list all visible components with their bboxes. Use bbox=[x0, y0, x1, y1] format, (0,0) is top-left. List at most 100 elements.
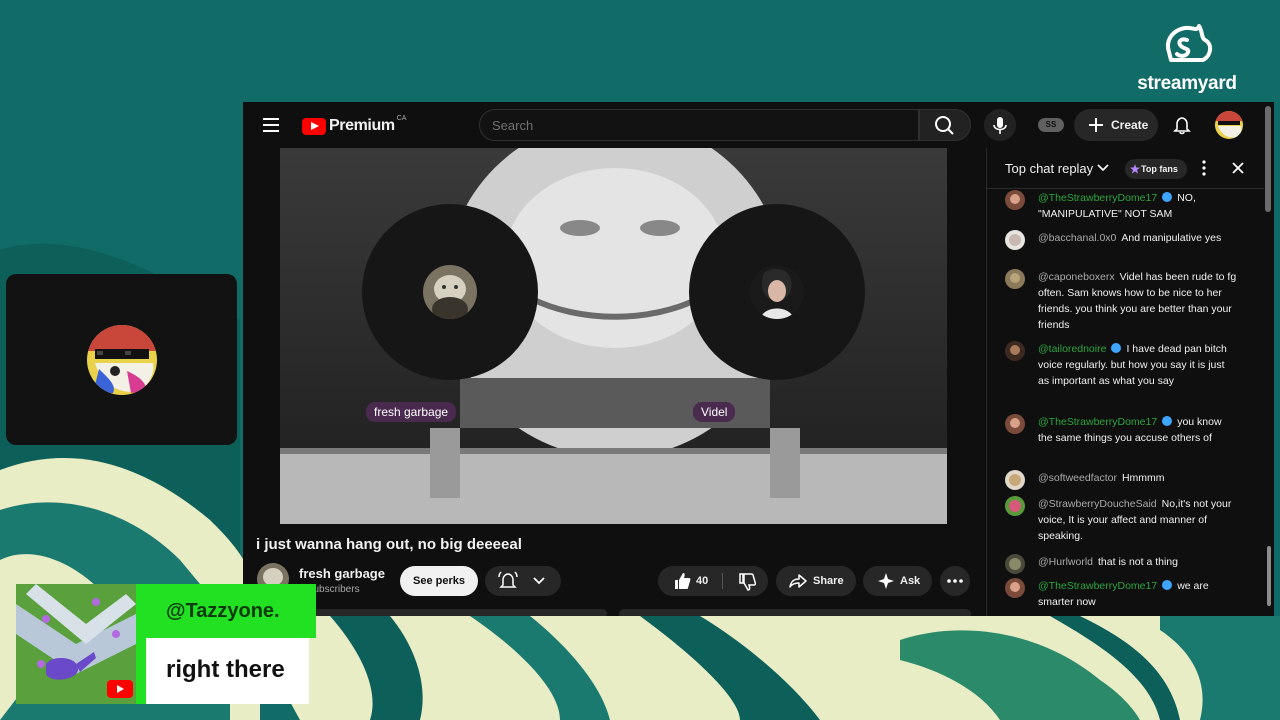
more-vertical-icon[interactable] bbox=[1202, 160, 1206, 176]
comment-text: right there bbox=[166, 656, 285, 683]
participant-avatar bbox=[423, 265, 477, 319]
chat-message: @bacchanal.0x0 And manipulative yes bbox=[1005, 230, 1237, 250]
chat-author[interactable]: @bacchanal.0x0 bbox=[1038, 232, 1116, 244]
chat-message: @StrawberryDoucheSaid No,it's not your vo… bbox=[1005, 496, 1237, 544]
chat-mode-dropdown[interactable]: Top chat replay bbox=[1005, 161, 1109, 176]
verified-icon bbox=[1162, 416, 1173, 426]
create-label: Create bbox=[1111, 118, 1149, 132]
ask-button[interactable]: Ask bbox=[863, 566, 932, 596]
more-actions-button[interactable] bbox=[940, 566, 970, 596]
video-side-gap bbox=[243, 148, 280, 524]
streamyard-mark-icon bbox=[1166, 24, 1212, 62]
recommendation-chip[interactable] bbox=[619, 609, 971, 616]
thumbs-down-icon[interactable] bbox=[732, 566, 762, 596]
create-button[interactable]: Create bbox=[1074, 109, 1158, 141]
host-avatar bbox=[87, 325, 157, 395]
top-fans-button[interactable]: Top fans bbox=[1125, 159, 1187, 179]
youtube-play-icon bbox=[302, 117, 326, 135]
like-dislike-button[interactable]: 40 bbox=[658, 566, 768, 596]
youtube-premium-logo[interactable]: Premium CA bbox=[302, 114, 407, 135]
thumbs-up-icon[interactable] bbox=[667, 566, 697, 596]
chat-text: Hmmmm bbox=[1121, 472, 1165, 484]
banner-comment: right there bbox=[146, 638, 309, 704]
participant-tile-videl[interactable] bbox=[689, 204, 865, 380]
participant-avatar bbox=[750, 265, 804, 319]
like-divider bbox=[722, 573, 723, 589]
banner-accent bbox=[136, 638, 146, 704]
chat-avatar bbox=[1005, 414, 1025, 434]
chat-scroll-thumb[interactable] bbox=[1267, 546, 1271, 606]
page-scroll-thumb[interactable] bbox=[1265, 106, 1271, 212]
channel-name[interactable]: fresh garbage bbox=[299, 566, 385, 581]
verified-icon bbox=[1162, 192, 1173, 202]
chat-message: @TheStrawberryDome17 NO, "MANIPULATIVE" N… bbox=[1005, 190, 1237, 222]
youtube-source-icon bbox=[107, 680, 133, 698]
youtube-window: Premium CA Search SS Create fresh garbag… bbox=[243, 102, 1274, 616]
participant-name-tag: Videl bbox=[693, 402, 736, 422]
chat-author[interactable]: @caponeboxerx bbox=[1038, 271, 1115, 283]
ask-label: Ask bbox=[900, 575, 921, 587]
chat-avatar bbox=[1005, 190, 1025, 210]
streamyard-logo: streamyard bbox=[1122, 22, 1252, 95]
chevron-down-icon bbox=[1097, 164, 1109, 172]
search-placeholder: Search bbox=[492, 118, 534, 133]
chat-author[interactable]: @TheStrawberryDome17 bbox=[1038, 580, 1157, 592]
top-fans-label: Top fans bbox=[1141, 164, 1178, 174]
chat-avatar bbox=[1005, 470, 1025, 490]
chat-message: @caponeboxerx Videl has been rude to fg o… bbox=[1005, 269, 1237, 333]
search-icon bbox=[935, 116, 954, 135]
logo-text: Premium bbox=[329, 117, 395, 134]
chat-author[interactable]: @Hurlworld bbox=[1038, 556, 1093, 568]
notifications-icon[interactable] bbox=[1172, 115, 1192, 135]
share-label: Share bbox=[813, 575, 844, 587]
chat-text: And manipulative yes bbox=[1121, 232, 1222, 244]
chat-message: @TheStrawberryDome17 you know the same th… bbox=[1005, 414, 1237, 446]
chat-text: that is not a thing bbox=[1098, 556, 1178, 568]
banner-commenter-name: @Tazzyone. bbox=[136, 584, 316, 638]
account-switch-badge[interactable]: SS bbox=[1038, 118, 1064, 132]
youtube-topbar: Premium CA Search SS Create bbox=[243, 102, 1274, 148]
chat-message: @tailorednoire I have dead pan bitch voic… bbox=[1005, 341, 1237, 389]
plus-icon bbox=[1089, 118, 1103, 132]
bell-ringing-icon bbox=[498, 571, 518, 588]
participant-name-tag: fresh garbage bbox=[366, 402, 457, 422]
chat-title: Top chat replay bbox=[1005, 161, 1094, 176]
webcam-tile[interactable] bbox=[6, 274, 237, 445]
menu-icon[interactable] bbox=[263, 118, 279, 132]
voice-search-button[interactable] bbox=[984, 109, 1016, 141]
subscription-bell-button[interactable] bbox=[485, 566, 561, 596]
star-icon bbox=[1130, 164, 1140, 174]
chat-avatar bbox=[1005, 578, 1025, 598]
verified-icon bbox=[1162, 580, 1173, 590]
chat-author[interactable]: @TheStrawberryDome17 bbox=[1038, 416, 1157, 428]
chat-author[interactable]: @softweedfactor bbox=[1038, 472, 1117, 484]
commenter-name: @Tazzyone. bbox=[166, 600, 280, 622]
chat-avatar bbox=[1005, 496, 1025, 516]
chat-scrollbar[interactable] bbox=[1264, 148, 1274, 616]
see-perks-button[interactable]: See perks bbox=[400, 566, 478, 596]
video-player[interactable]: fresh garbage Videl bbox=[280, 148, 947, 524]
more-horizontal-icon bbox=[947, 579, 963, 583]
search-button[interactable] bbox=[919, 109, 971, 141]
share-arrow-icon bbox=[789, 574, 807, 588]
video-title: i just wanna hang out, no big deeeeal bbox=[256, 536, 522, 553]
chat-message: @TheStrawberryDome17 we are smarter now bbox=[1005, 578, 1237, 610]
chat-author[interactable]: @StrawberryDoucheSaid bbox=[1038, 498, 1157, 510]
live-chat-panel: Top chat replay Top fans @TheStrawberryD… bbox=[986, 148, 1265, 616]
sparkle-icon bbox=[878, 573, 894, 589]
chat-message: @Hurlworld that is not a thing bbox=[1005, 554, 1237, 574]
chat-header: Top chat replay Top fans bbox=[987, 148, 1265, 189]
participant-tile-fresh-garbage[interactable] bbox=[362, 204, 538, 380]
chat-author[interactable]: @TheStrawberryDome17 bbox=[1038, 192, 1157, 204]
like-count: 40 bbox=[696, 575, 709, 587]
chat-author[interactable]: @tailorednoire bbox=[1038, 343, 1106, 355]
account-avatar[interactable] bbox=[1215, 111, 1243, 139]
search-input[interactable]: Search bbox=[479, 109, 919, 141]
close-icon[interactable] bbox=[1231, 161, 1245, 175]
share-button[interactable]: Share bbox=[776, 566, 856, 596]
region-code: CA bbox=[396, 114, 407, 122]
chat-avatar bbox=[1005, 269, 1025, 289]
chat-avatar bbox=[1005, 341, 1025, 361]
chat-message: @softweedfactor Hmmmm bbox=[1005, 470, 1237, 490]
chevron-down-icon bbox=[533, 577, 545, 585]
